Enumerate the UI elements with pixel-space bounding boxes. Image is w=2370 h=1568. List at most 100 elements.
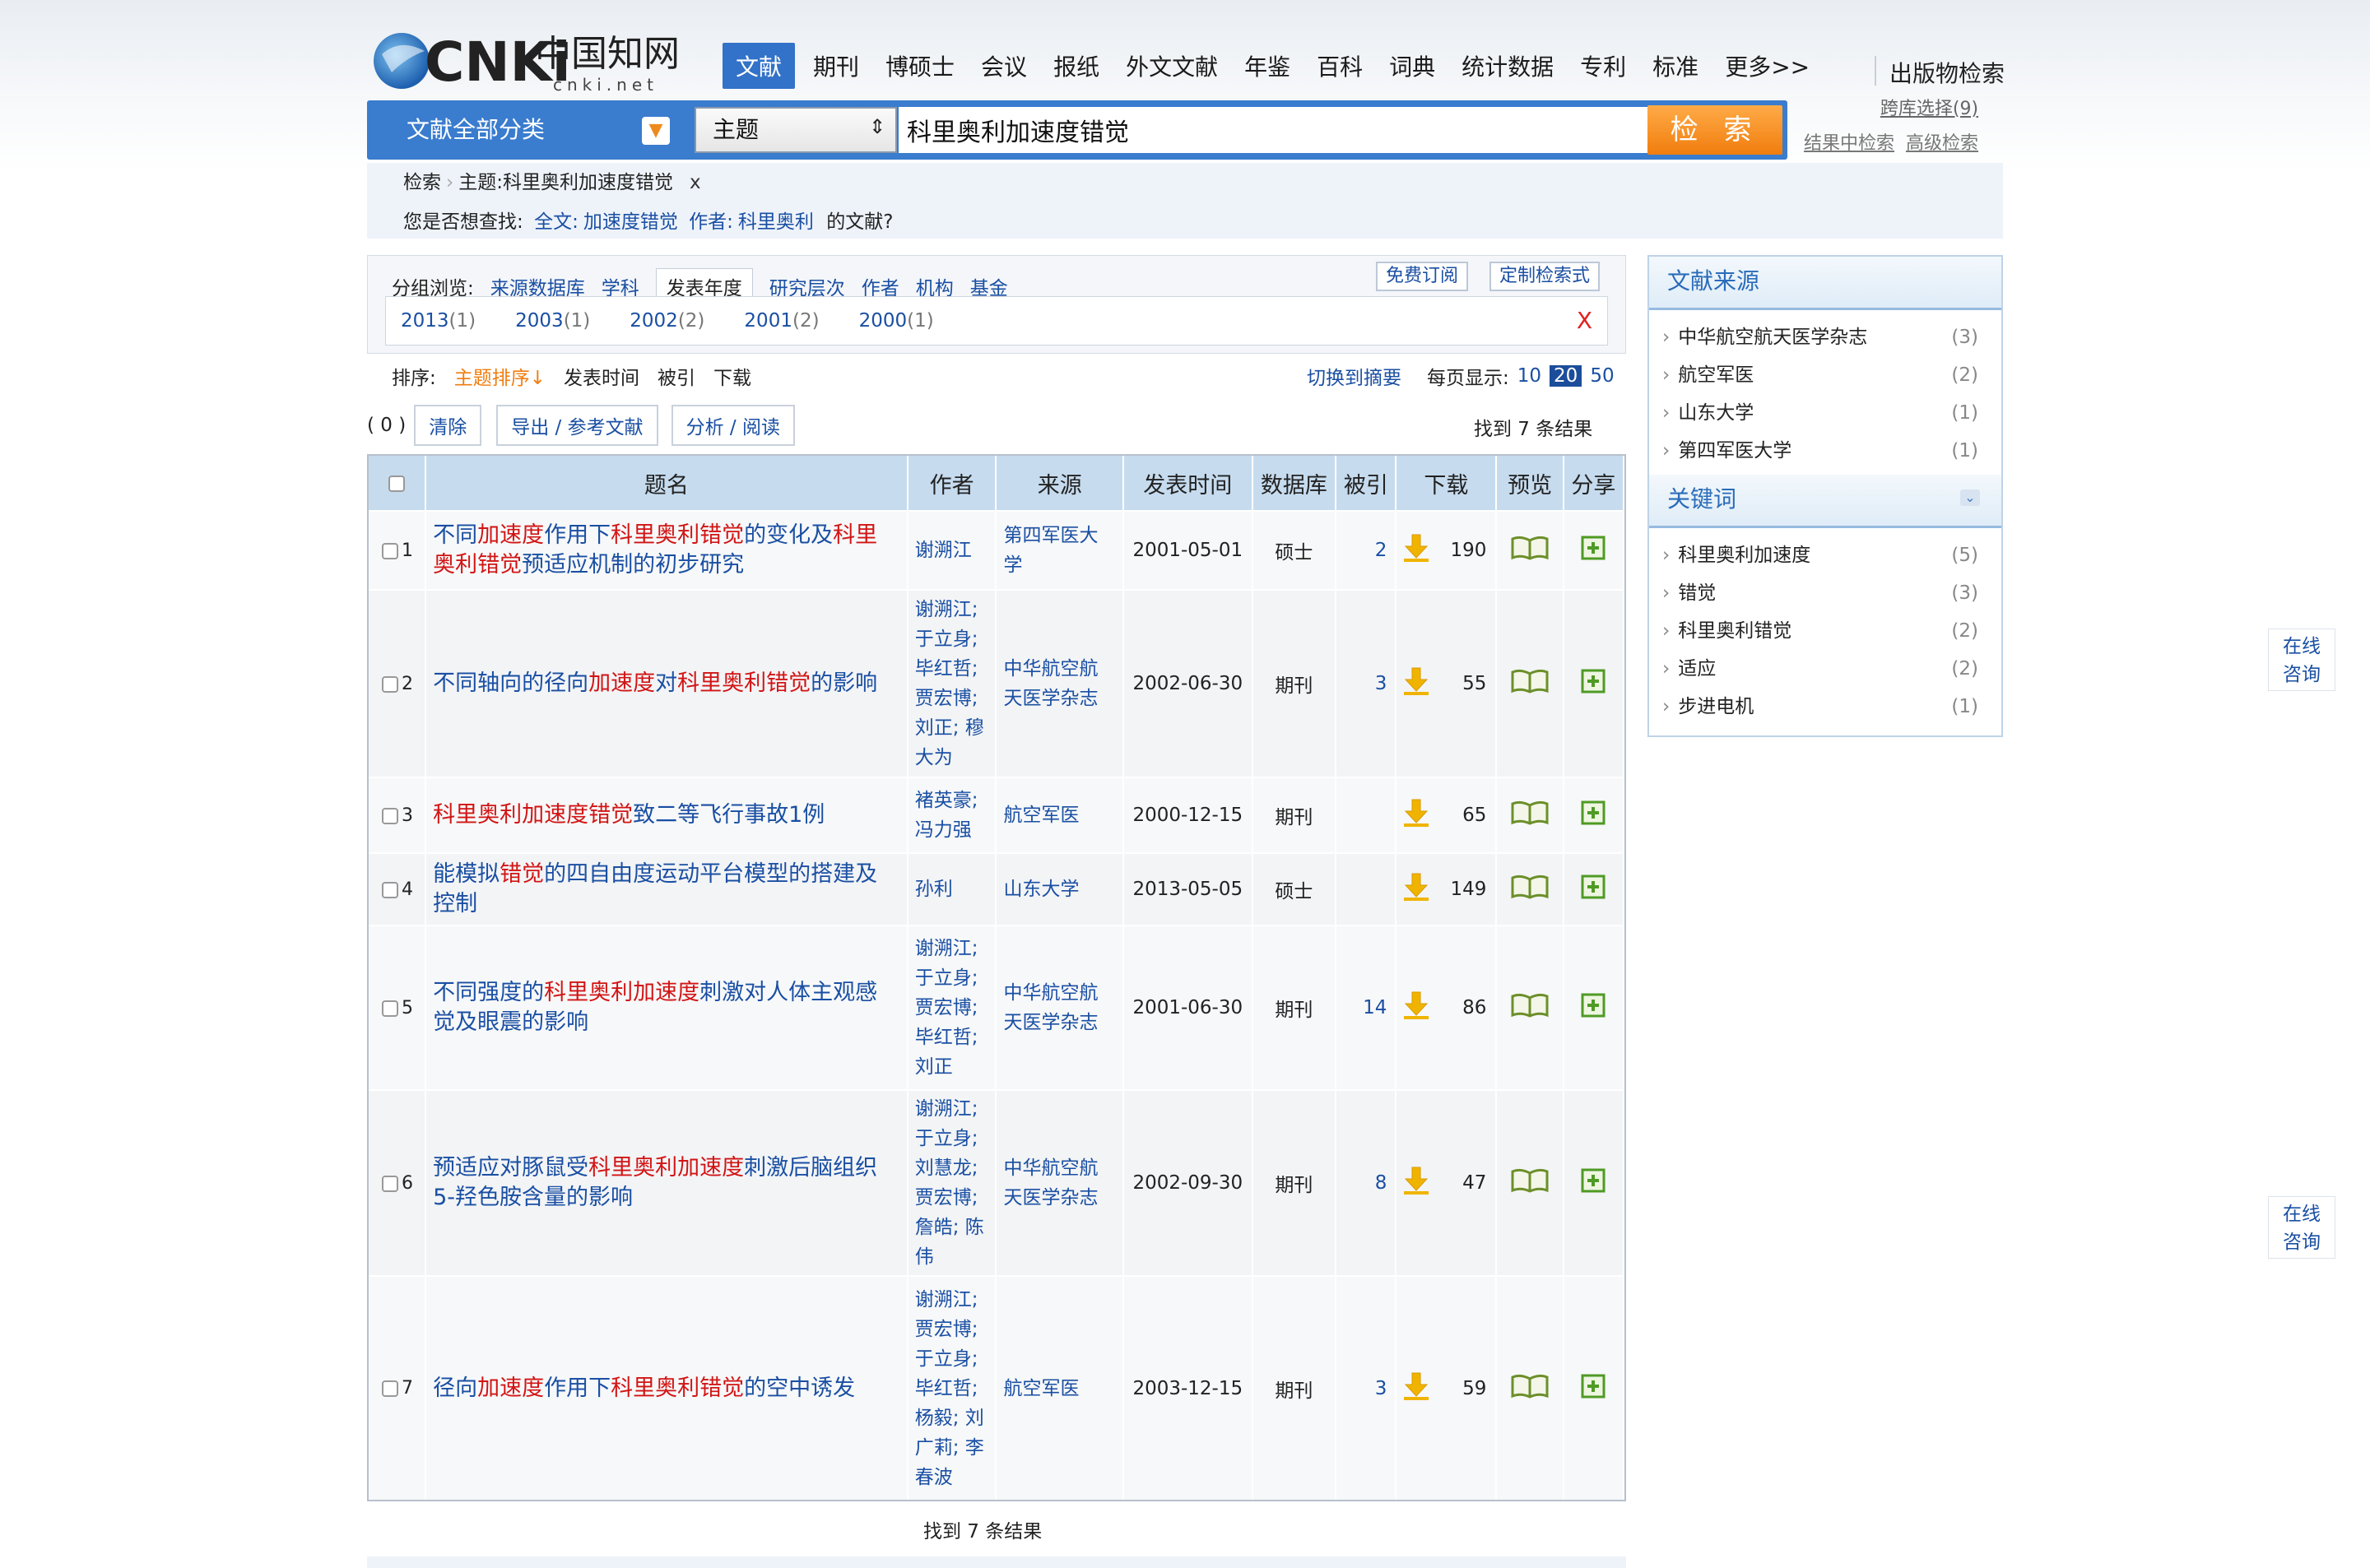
source-cell[interactable]: 中华航空航天医学杂志 [996, 589, 1125, 777]
preview-cell[interactable] [1496, 777, 1564, 853]
publication-search-link[interactable]: 出版物检索 [1889, 56, 2005, 89]
download-icon[interactable] [1402, 798, 1430, 833]
search-button[interactable]: 检 索 [1647, 105, 1782, 155]
cnki-logo[interactable]: CNKi 中国知网 cnki.net [367, 21, 713, 95]
per-page-option[interactable]: 10 [1517, 365, 1541, 387]
nav-item[interactable]: 文献 [723, 43, 796, 89]
year-filter-item[interactable]: 2003(1) [515, 310, 590, 332]
book-preview-icon[interactable] [1510, 874, 1550, 905]
title-highlight[interactable]: 加速度 [477, 1375, 544, 1401]
title-cell[interactable]: 预适应对豚鼠受科里奥利加速度刺激后脑组织5-羟色胺含量的影响 [425, 1089, 908, 1276]
book-preview-icon[interactable] [1510, 993, 1550, 1023]
title-text[interactable]: 不同轴向的径向 [433, 670, 588, 696]
preview-cell[interactable] [1496, 589, 1564, 777]
authors-cell[interactable]: 褚英豪; 冯力强 [907, 777, 997, 853]
title-text[interactable]: 预适应机制的初步研究 [522, 552, 744, 578]
title-highlight[interactable]: 科里奥利错觉 [611, 522, 744, 548]
online-consult-button[interactable]: 在线 咨询 [2268, 629, 2335, 691]
source-header[interactable]: 文献来源 [1649, 257, 2001, 310]
free-subscribe-button[interactable]: 免费订阅 [1376, 262, 1469, 291]
title-highlight[interactable]: 加速度 [477, 522, 544, 548]
row-select-cell[interactable]: 3 [369, 777, 427, 853]
plus-share-icon[interactable] [1581, 993, 1606, 1023]
suggest-fulltext-link[interactable]: 加速度错觉 [583, 211, 678, 233]
year-filter-item[interactable]: 2001(2) [744, 310, 819, 332]
keyword-item[interactable]: › 科里奥利加速度 (5) [1649, 536, 2001, 574]
keyword-item[interactable]: › 适应 (2) [1649, 650, 2001, 688]
title-highlight[interactable]: 科里奥利加速度错觉 [433, 802, 633, 828]
authors-cell[interactable]: 谢溯江 [907, 510, 997, 590]
source-cell[interactable]: 中华航空航天医学杂志 [996, 925, 1125, 1090]
title-highlight[interactable]: 科里奥利错觉 [611, 1375, 744, 1401]
year-filter-item[interactable]: 2000(1) [859, 310, 934, 332]
download-cell[interactable]: 55 [1396, 589, 1498, 777]
nav-item[interactable]: 统计数据 [1462, 49, 1554, 82]
row-checkbox[interactable] [382, 542, 398, 559]
nav-item[interactable]: 博硕士 [885, 49, 955, 82]
column-header[interactable]: 被引 [1336, 456, 1397, 511]
title-text[interactable]: 致二等飞行事故1例 [633, 802, 825, 828]
title-highlight[interactable]: 科里奥利错觉 [677, 670, 811, 696]
preview-cell[interactable] [1496, 852, 1564, 925]
nav-item[interactable]: 专利 [1580, 49, 1626, 82]
download-icon[interactable] [1402, 1166, 1430, 1200]
row-select-cell[interactable]: 1 [369, 510, 427, 590]
citation-count[interactable]: 3 [1336, 589, 1397, 777]
book-preview-icon[interactable] [1510, 800, 1550, 831]
authors-cell[interactable]: 谢溯江; 于立身; 贾宏博; 毕红哲; 刘正 [907, 925, 997, 1090]
source-cell[interactable]: 中华航空航天医学杂志 [996, 1089, 1125, 1276]
share-cell[interactable] [1563, 510, 1625, 590]
authors-cell[interactable]: 谢溯江; 于立身; 毕红哲; 贾宏博; 刘正; 穆大为 [907, 589, 997, 777]
keyword-header[interactable]: 关键词 ⌄ [1649, 475, 2001, 528]
nav-item[interactable]: 年鉴 [1244, 49, 1290, 82]
clear-button[interactable]: 清除 [414, 405, 482, 446]
title-cell[interactable]: 能模拟错觉的四自由度运动平台模型的搭建及控制 [425, 852, 908, 925]
title-cell[interactable]: 径向加速度作用下科里奥利错觉的空中诱发 [425, 1275, 908, 1500]
analyze-button[interactable]: 分析 / 阅读 [671, 405, 795, 446]
book-preview-icon[interactable] [1510, 669, 1550, 699]
title-highlight[interactable]: 科里奥利加速度 [588, 1155, 744, 1181]
year-filter-item[interactable]: 2013(1) [401, 310, 476, 332]
title-cell[interactable]: 不同强度的科里奥利加速度刺激对人体主观感觉及眼震的影响 [425, 925, 908, 1090]
row-checkbox[interactable] [382, 1000, 398, 1017]
share-cell[interactable] [1563, 852, 1625, 925]
nav-item[interactable]: 会议 [981, 49, 1027, 82]
nav-item[interactable]: 标准 [1652, 49, 1698, 82]
download-icon[interactable] [1402, 1371, 1430, 1406]
nav-item[interactable]: 词典 [1389, 49, 1435, 82]
custom-search-button[interactable]: 定制检索式 [1489, 262, 1601, 291]
breadcrumb-root[interactable]: 检索 [403, 172, 441, 193]
online-consult-button[interactable]: 在线 咨询 [2268, 1196, 2335, 1259]
suggest-author-link[interactable]: 科里奥利 [738, 211, 814, 233]
year-filter-item[interactable]: 2002(2) [630, 310, 704, 332]
book-preview-icon[interactable] [1510, 1374, 1550, 1404]
source-item[interactable]: › 航空军医 (2) [1649, 356, 2001, 394]
source-item[interactable]: › 山东大学 (1) [1649, 394, 2001, 432]
share-cell[interactable] [1563, 1089, 1625, 1276]
search-field-select[interactable]: 主题 [695, 107, 897, 153]
citation-count[interactable] [1336, 777, 1397, 853]
download-icon[interactable] [1402, 872, 1430, 907]
citation-count[interactable]: 14 [1336, 925, 1397, 1090]
book-preview-icon[interactable] [1510, 1168, 1550, 1199]
authors-cell[interactable]: 谢溯江; 于立身; 刘慧龙; 贾宏博; 詹皓; 陈伟 [907, 1089, 997, 1276]
share-cell[interactable] [1563, 589, 1625, 777]
title-highlight[interactable]: 错觉 [500, 861, 544, 887]
download-cell[interactable]: 65 [1396, 777, 1498, 853]
share-cell[interactable] [1563, 777, 1625, 853]
column-header[interactable]: 下载 [1396, 456, 1498, 511]
remove-filter-icon[interactable]: x [690, 172, 701, 193]
title-text[interactable]: 的变化及 [744, 522, 833, 548]
title-text[interactable]: 能模拟 [433, 861, 500, 887]
row-select-cell[interactable]: 2 [369, 589, 427, 777]
download-cell[interactable]: 86 [1396, 925, 1498, 1090]
title-text[interactable]: 的影响 [811, 670, 877, 696]
source-item[interactable]: › 第四军医大学 (1) [1649, 432, 2001, 470]
preview-cell[interactable] [1496, 1089, 1564, 1276]
export-button[interactable]: 导出 / 参考文献 [496, 405, 658, 446]
source-cell[interactable]: 航空军医 [996, 777, 1125, 853]
title-text[interactable]: 的空中诱发 [744, 1375, 855, 1401]
title-text[interactable]: 预适应对豚鼠受 [433, 1155, 588, 1181]
row-checkbox[interactable] [382, 675, 398, 693]
title-highlight[interactable]: 科里奥利加速度 [544, 980, 699, 1005]
